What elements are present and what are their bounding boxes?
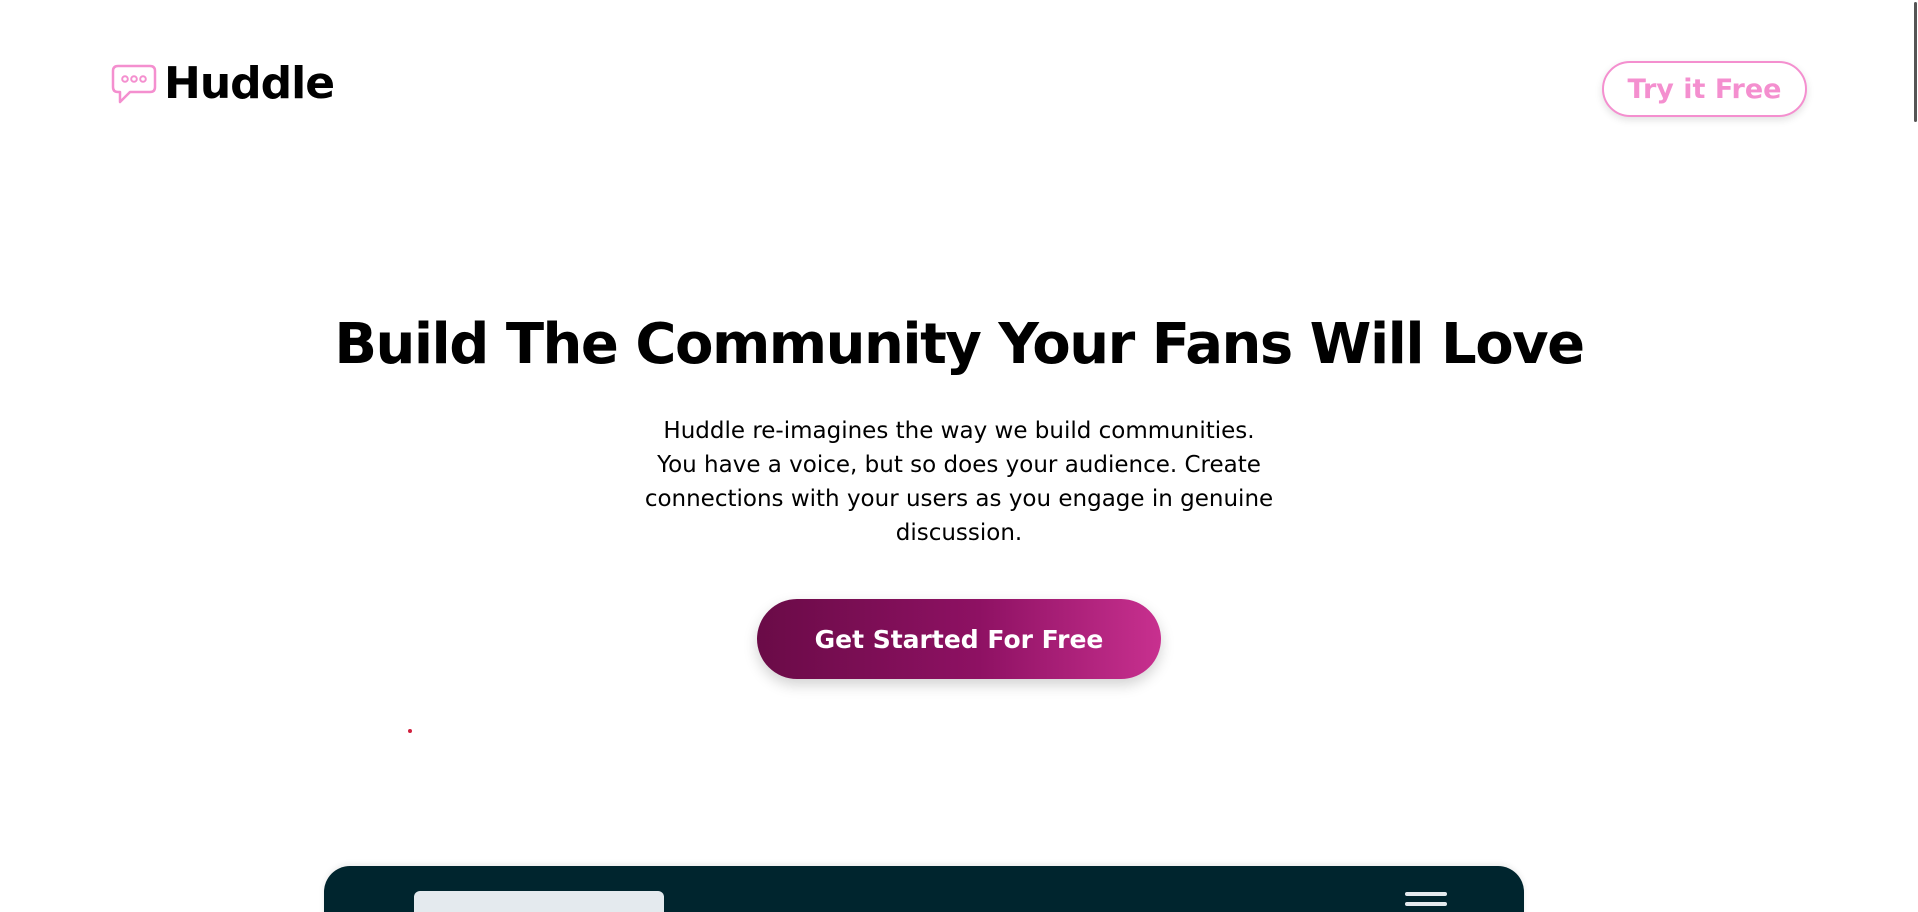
menu-line bbox=[1405, 892, 1447, 896]
mockup-search-bar bbox=[414, 891, 664, 912]
chat-bubble-icon bbox=[111, 64, 157, 104]
hero-title: Build The Community Your Fans Will Love bbox=[334, 312, 1585, 377]
hamburger-menu-icon bbox=[1405, 892, 1447, 912]
scrollbar-thumb[interactable] bbox=[1914, 2, 1917, 122]
menu-line bbox=[1405, 902, 1447, 906]
logo-text: Huddle bbox=[164, 58, 335, 109]
site-header: Huddle Try it Free bbox=[0, 0, 1918, 180]
scrollbar[interactable] bbox=[1912, 0, 1918, 912]
page: Huddle Try it Free Build The Community Y… bbox=[0, 0, 1918, 912]
app-mockup-preview bbox=[324, 866, 1524, 912]
decorative-dot bbox=[408, 729, 412, 733]
get-started-button[interactable]: Get Started For Free bbox=[757, 599, 1161, 679]
try-it-free-button[interactable]: Try it Free bbox=[1602, 61, 1807, 117]
logo[interactable]: Huddle bbox=[110, 58, 335, 109]
hero-description: Huddle re-imagines the way we build comm… bbox=[644, 418, 1274, 546]
